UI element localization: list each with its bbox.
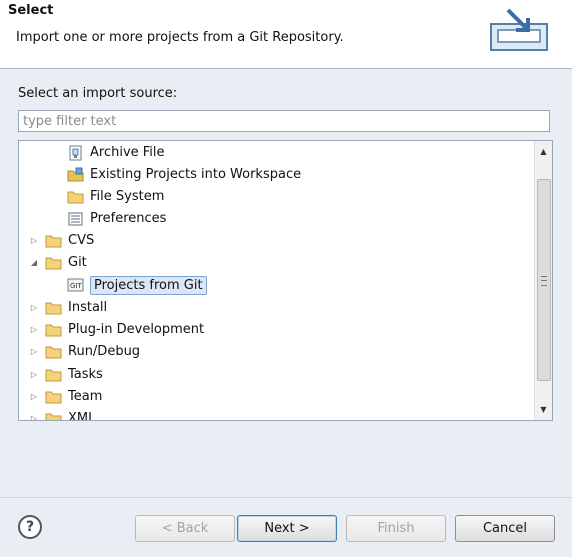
tree-item-label: Tasks	[68, 367, 103, 382]
svg-text:GIT: GIT	[70, 282, 82, 290]
projects-folder-icon	[67, 167, 84, 182]
folder-icon	[45, 413, 62, 420]
tree-item-run-debug[interactable]: ▷ Run/Debug	[29, 342, 140, 362]
cancel-button[interactable]: Cancel	[455, 515, 555, 542]
folder-icon	[45, 235, 62, 248]
tree-item-label: Projects from Git	[90, 275, 207, 295]
tree-item-label: File System	[90, 189, 165, 204]
expand-arrow-icon[interactable]: ▷	[29, 298, 39, 318]
expand-arrow-icon[interactable]: ▷	[29, 320, 39, 340]
folder-icon	[45, 302, 62, 315]
tree-item-label: CVS	[68, 233, 95, 248]
help-button[interactable]: ?	[18, 515, 42, 539]
preferences-icon	[68, 212, 83, 226]
tree-item-label: Git	[68, 255, 87, 270]
finish-button[interactable]: Finish	[346, 515, 446, 542]
expand-arrow-icon[interactable]: ▷	[29, 342, 39, 362]
grip-icon	[541, 276, 547, 286]
expand-arrow-icon[interactable]: ▷	[29, 387, 39, 407]
page-description: Import one or more projects from a Git R…	[16, 30, 344, 45]
scroll-up-icon[interactable]: ▲	[535, 143, 552, 160]
tree-item-cvs[interactable]: ▷ CVS	[29, 231, 94, 251]
import-source-label: Select an import source:	[18, 86, 178, 101]
import-wizard-icon	[490, 8, 548, 51]
archive-file-icon	[69, 145, 82, 161]
expand-arrow-icon[interactable]: ▷	[29, 365, 39, 385]
tree-item-label: Plug-in Development	[68, 322, 205, 337]
expand-arrow-icon[interactable]: ▷	[29, 231, 39, 251]
folder-icon	[45, 369, 62, 382]
folder-icon	[45, 391, 62, 404]
tree-item-xml[interactable]: ▷ XML	[29, 409, 96, 421]
tree-item-label: Preferences	[90, 211, 167, 226]
tree-item-team[interactable]: ▷ Team	[29, 387, 102, 407]
scroll-down-icon[interactable]: ▼	[535, 401, 552, 418]
tree-item-plugin-development[interactable]: ▷ Plug-in Development	[29, 320, 204, 340]
folder-icon	[45, 346, 62, 359]
expand-arrow-icon[interactable]: ▷	[29, 409, 39, 420]
git-projects-icon: GIT	[67, 278, 84, 292]
tree-item-file-system[interactable]: File System	[67, 187, 164, 207]
folder-icon	[45, 257, 62, 270]
tree-item-tasks[interactable]: ▷ Tasks	[29, 365, 103, 385]
footer-divider	[0, 497, 572, 498]
page-title: Select	[8, 3, 54, 18]
tree-item-label: Install	[68, 300, 108, 315]
collapse-arrow-icon[interactable]: ◢	[29, 253, 39, 273]
folder-icon	[67, 191, 84, 204]
import-source-tree[interactable]: Archive File Existing Projects into Work…	[18, 140, 553, 421]
tree-item-git[interactable]: ◢ Git	[29, 253, 87, 273]
tree-item-existing-projects[interactable]: Existing Projects into Workspace	[67, 165, 301, 185]
tree-item-preferences[interactable]: Preferences	[67, 209, 166, 229]
tree-item-projects-from-git[interactable]: GIT Projects from Git	[67, 275, 207, 295]
scroll-thumb[interactable]	[537, 179, 551, 381]
tree-item-label: XML	[68, 411, 96, 421]
next-button[interactable]: Next >	[237, 515, 337, 542]
tree-item-label: Existing Projects into Workspace	[90, 167, 302, 182]
folder-icon	[45, 324, 62, 337]
back-button[interactable]: < Back	[135, 515, 235, 542]
filter-input[interactable]	[18, 110, 550, 132]
vertical-scrollbar[interactable]: ▲ ▼	[534, 141, 552, 420]
tree-item-label: Team	[68, 389, 103, 404]
wizard-header: Select Import one or more projects from …	[0, 0, 572, 69]
tree-item-archive-file[interactable]: Archive File	[67, 143, 165, 163]
tree-item-label: Run/Debug	[68, 344, 141, 359]
tree-item-label: Archive File	[90, 145, 165, 160]
tree-item-install[interactable]: ▷ Install	[29, 298, 107, 318]
